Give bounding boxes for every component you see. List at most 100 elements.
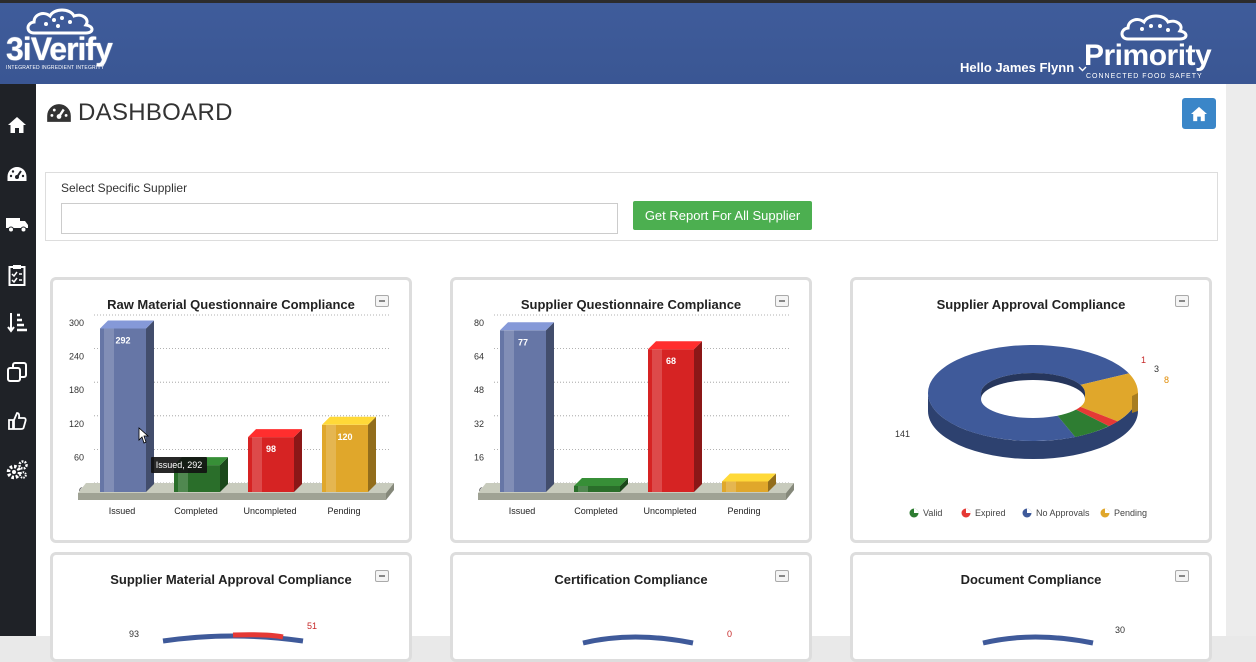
y-tick-label: 120 <box>69 419 84 429</box>
legend-label: Pending <box>1114 508 1147 518</box>
raw-material-card: Raw Material Questionnaire Compliance 30… <box>50 277 412 543</box>
x-category-label: Completed <box>174 506 218 516</box>
data-label: 77 <box>518 337 528 347</box>
y-tick-label: 300 <box>69 318 84 328</box>
brand-right-tagline: CONNECTED FOOD SAFETY <box>1086 73 1203 80</box>
bar-top <box>500 322 554 331</box>
y-tick-label: 16 <box>474 452 484 462</box>
y-tick-label: 240 <box>69 352 84 362</box>
supplier-select-label: Select Specific Supplier <box>61 181 188 195</box>
donut-top-arc <box>982 634 1094 646</box>
legend-marker-cut <box>966 508 971 513</box>
bar-highlight <box>504 330 514 492</box>
sidebar-item-documents[interactable] <box>4 359 30 385</box>
bar-highlight <box>578 486 588 492</box>
donut-top-arc <box>582 634 694 646</box>
document-chart: 30 <box>982 625 1125 646</box>
supplier-approval-donut-chart: 141 138 Valid Expired No Approvals Pending <box>895 345 1169 518</box>
page-title-text: DASHBOARD <box>78 99 233 126</box>
x-category-label: Pending <box>327 506 360 516</box>
y-tick-label: 80 <box>474 318 484 328</box>
legend-label: No Approvals <box>1036 508 1090 518</box>
y-tick-label: 180 <box>69 385 84 395</box>
x-category-label: Pending <box>727 506 760 516</box>
y-tick-label: 64 <box>474 352 484 362</box>
sort-list-icon <box>7 313 27 333</box>
supplier-material-approval-chart: 93 51 <box>129 621 317 644</box>
home-icon <box>1191 106 1207 121</box>
y-tick-label: 32 <box>474 419 484 429</box>
scroll-area[interactable] <box>1226 84 1256 636</box>
bar-top <box>248 429 302 438</box>
pie-label: 8 <box>1164 375 1169 385</box>
sidebar-item-dashboard[interactable] <box>4 161 30 187</box>
bar-pending <box>722 473 776 492</box>
chart-tooltip: Issued, 292 <box>151 457 207 473</box>
pie-label: 30 <box>1115 625 1125 635</box>
get-report-all-button[interactable]: Get Report For All Supplier <box>633 201 812 230</box>
x-category-label: Completed <box>574 506 618 516</box>
sidebar-item-home[interactable] <box>4 112 30 138</box>
x-category-label: Uncompleted <box>643 506 696 516</box>
clipboard-icon <box>8 265 26 286</box>
bar-issued <box>500 322 554 492</box>
cloud-icon <box>1120 14 1188 41</box>
supplier-questionnaire-card: Supplier Questionnaire Compliance 80 64 48… <box>450 277 812 543</box>
bar-side <box>546 322 554 492</box>
pie-label: 0 <box>727 629 732 639</box>
user-menu[interactable]: Hello James Flynn <box>960 60 1087 75</box>
bar-highlight <box>726 481 736 492</box>
bar-top <box>100 320 154 329</box>
x-category-label: Uncompleted <box>243 506 296 516</box>
bar-highlight <box>252 437 262 492</box>
legend-label: Valid <box>923 508 942 518</box>
sidebar-item-sort[interactable] <box>4 309 30 335</box>
pie-label: 93 <box>129 629 139 639</box>
legend-label: Expired <box>975 508 1006 518</box>
sidebar <box>0 84 36 636</box>
certification-chart: 0 <box>582 629 732 646</box>
home-button[interactable] <box>1182 98 1216 129</box>
sidebar-item-settings[interactable] <box>4 457 30 483</box>
y-tick-label: 60 <box>74 452 84 462</box>
thumbs-up-icon <box>8 412 27 430</box>
bar-issued <box>100 320 154 492</box>
bar-top <box>574 478 628 486</box>
certification-card: Certification Compliance 0 <box>450 552 812 662</box>
data-label: 68 <box>666 356 676 366</box>
bar-side <box>368 416 376 492</box>
sidebar-item-questionnaires[interactable] <box>4 262 30 288</box>
top-header: 3iVerify INTEGRATED INGREDIENT INTEGRITY… <box>0 0 1256 84</box>
tooltip-text: Issued, 292 <box>156 460 203 470</box>
supplier-select-input[interactable] <box>61 203 618 234</box>
home-icon <box>8 117 26 133</box>
greeting-text: Hello James Flynn <box>960 60 1075 75</box>
donut-hole <box>981 380 1085 418</box>
bar-uncompleted <box>248 429 302 492</box>
data-label: 292 <box>115 335 130 345</box>
raw-material-bar-chart: 300240180120600292IssuedCompleted98Uncom… <box>69 314 394 516</box>
supplier-questionnaire-bar-chart: 8064483216077IssuedCompleted68Uncomplete… <box>474 314 794 516</box>
pie-label: 51 <box>307 621 317 631</box>
sidebar-item-approvals[interactable] <box>4 408 30 434</box>
x-category-label: Issued <box>509 506 536 516</box>
legend-marker-cut <box>1105 508 1110 513</box>
copy-icon <box>7 362 27 382</box>
bar-top <box>722 473 776 482</box>
dashboard-icon <box>7 167 27 181</box>
pie-label: 1 <box>1141 355 1146 365</box>
bar-side <box>294 429 302 492</box>
data-label: 98 <box>266 444 276 454</box>
bar-top <box>322 416 376 425</box>
dashboard-icon <box>47 104 71 122</box>
main-content: DASHBOARD Select Specific Supplier Get R… <box>36 84 1226 662</box>
supplier-filter-panel: Select Specific Supplier Get Report For … <box>45 172 1218 241</box>
settings-icon <box>6 460 28 480</box>
truck-icon <box>6 218 28 233</box>
pie-label: 141 <box>895 429 910 439</box>
pie-label: 3 <box>1154 364 1159 374</box>
brand-right-name: Primority <box>1084 39 1212 72</box>
sidebar-item-suppliers[interactable] <box>4 211 30 237</box>
bar-completed <box>574 478 628 492</box>
page-title: DASHBOARD <box>46 99 233 127</box>
